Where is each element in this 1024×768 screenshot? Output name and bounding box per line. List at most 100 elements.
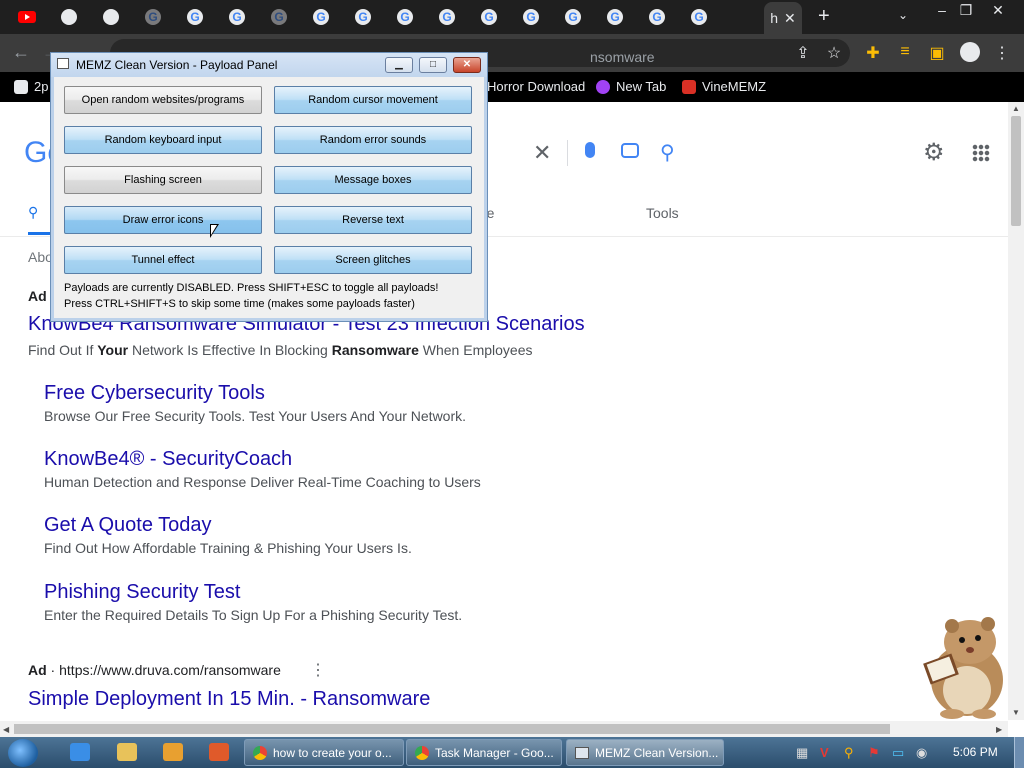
tab-google-12[interactable]: G (594, 5, 636, 29)
bookmark-star-icon[interactable]: ☆ (823, 43, 845, 63)
tab-google-1[interactable]: G (132, 5, 174, 29)
new-tab-button[interactable]: + (818, 6, 830, 26)
google-icon: G (691, 9, 707, 25)
sitelink-title[interactable]: Get A Quote Today (44, 514, 212, 537)
tray-v-icon[interactable]: V (820, 745, 829, 760)
tab-google-9[interactable]: G (468, 5, 510, 29)
memz-window-icon (575, 746, 589, 759)
taskbar-item-chrome-1[interactable]: how to create your o... (244, 739, 404, 766)
ad-url[interactable]: https://www.druva.com/ransomware (59, 662, 281, 678)
tab-google-2[interactable]: G (174, 5, 216, 29)
ad-desc-text: Find Out If (28, 342, 98, 358)
reading-list-icon[interactable]: ≡ (894, 43, 916, 61)
sitelink-title[interactable]: KnowBe4® - SecurityCoach (44, 448, 292, 471)
menu-kebab-icon[interactable]: ⋮ (991, 43, 1013, 63)
payload-button-screen-glitches[interactable]: Screen glitches (274, 246, 472, 274)
close-icon[interactable]: ✕ (453, 57, 481, 73)
bookmark-item-0[interactable]: 2p (14, 79, 48, 94)
internet-explorer-icon[interactable] (70, 743, 90, 761)
memz-titlebar[interactable]: MEMZ Clean Version - Payload Panel ▁ □ ✕ (51, 53, 487, 77)
ad2-title[interactable]: Simple Deployment In 15 Min. - Ransomwar… (28, 688, 430, 711)
microphone-icon[interactable] (585, 142, 595, 158)
bookmark-item-vinememz[interactable]: VineMEMZ (682, 79, 766, 94)
tab-github[interactable] (48, 5, 90, 29)
tab-google-13[interactable]: G (636, 5, 678, 29)
minimize-icon[interactable]: ▁ (385, 57, 413, 73)
tab-tools[interactable]: Tools (646, 205, 679, 221)
tab-search-chevron-icon[interactable]: ⌄ (898, 8, 908, 22)
start-orb-icon[interactable] (8, 739, 38, 767)
gear-icon[interactable]: ⚙ (923, 138, 945, 167)
scroll-up-arrow-icon[interactable]: ▲ (1012, 104, 1020, 113)
payload-button-open-random-websites[interactable]: Open random websites/programs (64, 86, 262, 114)
bookmark-item-horror-download[interactable]: Horror Download (487, 79, 585, 94)
share-icon[interactable]: ⇪ (792, 43, 814, 63)
google-icon: G (565, 9, 581, 25)
tab-github-2[interactable] (90, 5, 132, 29)
scroll-right-arrow-icon[interactable]: ▶ (996, 725, 1002, 734)
clear-search-icon[interactable]: ✕ (533, 140, 551, 166)
address-bar-text: nsomware (590, 49, 655, 65)
tab-google-4[interactable]: G (258, 5, 300, 29)
show-desktop-button[interactable] (1014, 737, 1024, 768)
taskbar-clock[interactable]: 5:06 PM (953, 745, 998, 759)
close-tab-icon[interactable]: ✕ (784, 10, 796, 27)
tray-flag-icon[interactable]: ⚑ (868, 745, 880, 761)
scroll-left-arrow-icon[interactable]: ◀ (3, 725, 9, 734)
sitelink-title[interactable]: Phishing Security Test (44, 581, 240, 604)
bookmark-item-new-tab[interactable]: New Tab (596, 79, 666, 94)
sitelink-title[interactable]: Free Cybersecurity Tools (44, 382, 265, 405)
payload-status-text: Payloads are currently DISABLED. Press S… (64, 282, 439, 294)
tray-volume-icon[interactable]: ◉ (916, 745, 927, 761)
tray-monitor-icon[interactable]: ▭ (892, 745, 904, 761)
tab-google-7[interactable]: G (384, 5, 426, 29)
tab-google-14[interactable]: G (678, 5, 720, 29)
tab-google-10[interactable]: G (510, 5, 552, 29)
apps-grid-icon[interactable] (972, 144, 990, 162)
payload-button-reverse-text[interactable]: Reverse text (274, 206, 472, 234)
payload-button-tunnel-effect[interactable]: Tunnel effect (64, 246, 262, 274)
tab-google-8[interactable]: G (426, 5, 468, 29)
google-icon: G (271, 9, 287, 25)
taskbar-item-memz[interactable]: MEMZ Clean Version... (566, 739, 724, 766)
payload-button-random-keyboard[interactable]: Random keyboard input (64, 126, 262, 154)
more-options-icon[interactable]: ⋮ (310, 660, 326, 680)
extensions-puzzle-icon[interactable]: ✚ (862, 43, 884, 63)
tray-app-icon[interactable]: ▦ (796, 745, 808, 761)
google-icon: G (313, 9, 329, 25)
payload-button-random-cursor[interactable]: Random cursor movement (274, 86, 472, 114)
active-tab[interactable]: h ✕ (764, 2, 802, 34)
tab-google-11[interactable]: G (552, 5, 594, 29)
google-icon: G (355, 9, 371, 25)
payload-button-random-error-sounds[interactable]: Random error sounds (274, 126, 472, 154)
payload-button-message-boxes[interactable]: Message boxes (274, 166, 472, 194)
taskbar-item-label: how to create your o... (273, 745, 392, 760)
media-player-icon[interactable] (163, 743, 183, 761)
taskbar-item-label: MEMZ Clean Version... (595, 745, 719, 760)
horizontal-scroll-thumb[interactable] (14, 724, 890, 734)
tab-youtube[interactable] (6, 5, 48, 29)
side-panel-icon[interactable]: ▣ (926, 43, 948, 63)
payload-button-flashing-screen[interactable]: Flashing screen (64, 166, 262, 194)
taskbar-item-chrome-2[interactable]: Task Manager - Goo... (406, 739, 562, 766)
bookmark-label: 2p (34, 79, 49, 94)
tab-google-5[interactable]: G (300, 5, 342, 29)
file-explorer-icon[interactable] (117, 743, 137, 761)
google-icon: G (649, 9, 665, 25)
payload-button-draw-error-icons[interactable]: Draw error icons (64, 206, 262, 234)
tab-google-3[interactable]: G (216, 5, 258, 29)
paint-icon[interactable] (209, 743, 229, 761)
back-arrow-icon[interactable]: ← (12, 42, 30, 63)
maximize-icon[interactable]: □ (419, 57, 447, 73)
search-icon[interactable]: ⚲ (660, 140, 675, 165)
restore-window-icon[interactable]: ❐ (952, 2, 980, 19)
scroll-down-arrow-icon[interactable]: ▼ (1012, 708, 1020, 717)
profile-avatar[interactable] (960, 42, 980, 62)
ad-desc-text: Network Is Effective In Blocking (128, 342, 332, 358)
tray-search-icon[interactable]: ⚲ (844, 745, 854, 761)
close-window-icon[interactable]: ✕ (984, 2, 1012, 19)
vertical-scroll-thumb[interactable] (1011, 116, 1021, 226)
tab-google-6[interactable]: G (342, 5, 384, 29)
camera-lens-icon[interactable] (621, 143, 639, 158)
search-icon[interactable]: ⚲ (28, 204, 38, 221)
